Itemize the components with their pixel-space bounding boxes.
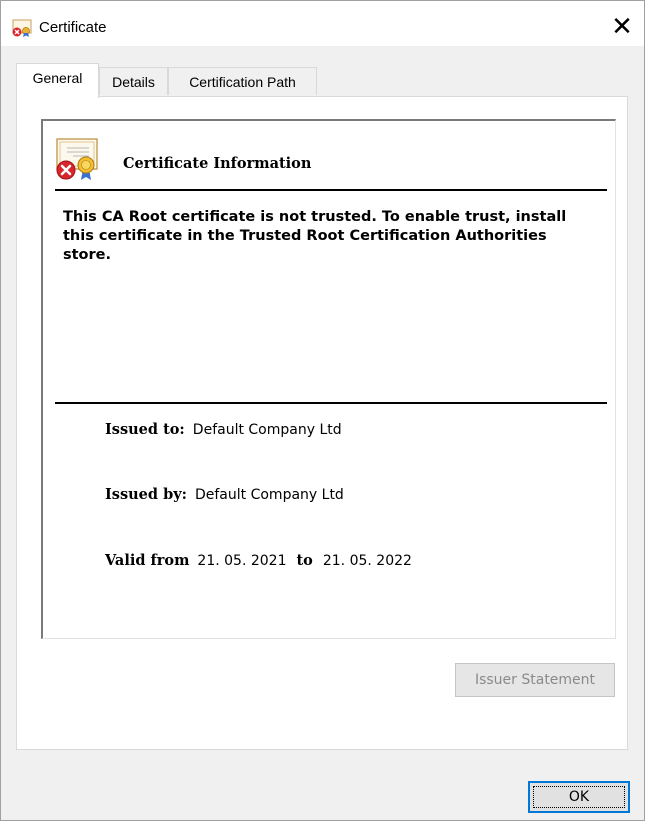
- valid-to-value: 21. 05. 2022: [322, 553, 412, 569]
- tab-page-general: Certificate Information This CA Root cer…: [16, 96, 628, 750]
- divider: [55, 189, 607, 191]
- close-button[interactable]: ✕: [602, 9, 642, 45]
- ok-button[interactable]: OK: [528, 781, 630, 813]
- tab-certification-path[interactable]: Certification Path: [168, 67, 317, 95]
- valid-from-label: Valid from: [105, 552, 190, 569]
- valid-to-label: to: [296, 552, 313, 569]
- validity-row: Valid from 21. 05. 2021 to 21. 05. 2022: [105, 552, 412, 569]
- certificate-information-heading: Certificate Information: [123, 155, 312, 172]
- divider: [55, 402, 607, 404]
- valid-from-value: 21. 05. 2021: [197, 553, 287, 569]
- issuer-statement-button[interactable]: Issuer Statement: [455, 663, 615, 697]
- close-icon: ✕: [611, 12, 633, 42]
- title-bar: Certificate ✕: [1, 1, 644, 46]
- ok-button-label: OK: [568, 789, 590, 805]
- certificate-icon: [11, 19, 33, 37]
- issued-by-row: Issued by: Default Company Ltd: [105, 486, 344, 503]
- trust-warning-text: This CA Root certificate is not trusted.…: [63, 209, 567, 263]
- tab-details[interactable]: Details: [99, 67, 168, 95]
- issued-to-row: Issued to: Default Company Ltd: [105, 421, 342, 438]
- issued-by-label: Issued by:: [105, 486, 187, 503]
- certificate-information-box: Certificate Information This CA Root cer…: [41, 119, 616, 639]
- certificate-dialog: Certificate ✕ General Details Certificat…: [0, 0, 645, 821]
- untrusted-certificate-icon: [53, 135, 101, 183]
- issued-to-label: Issued to:: [105, 421, 185, 438]
- window-title: Certificate: [39, 19, 107, 36]
- issued-by-value: Default Company Ltd: [194, 487, 344, 503]
- tab-general[interactable]: General: [16, 63, 99, 98]
- issued-to-value: Default Company Ltd: [192, 422, 342, 438]
